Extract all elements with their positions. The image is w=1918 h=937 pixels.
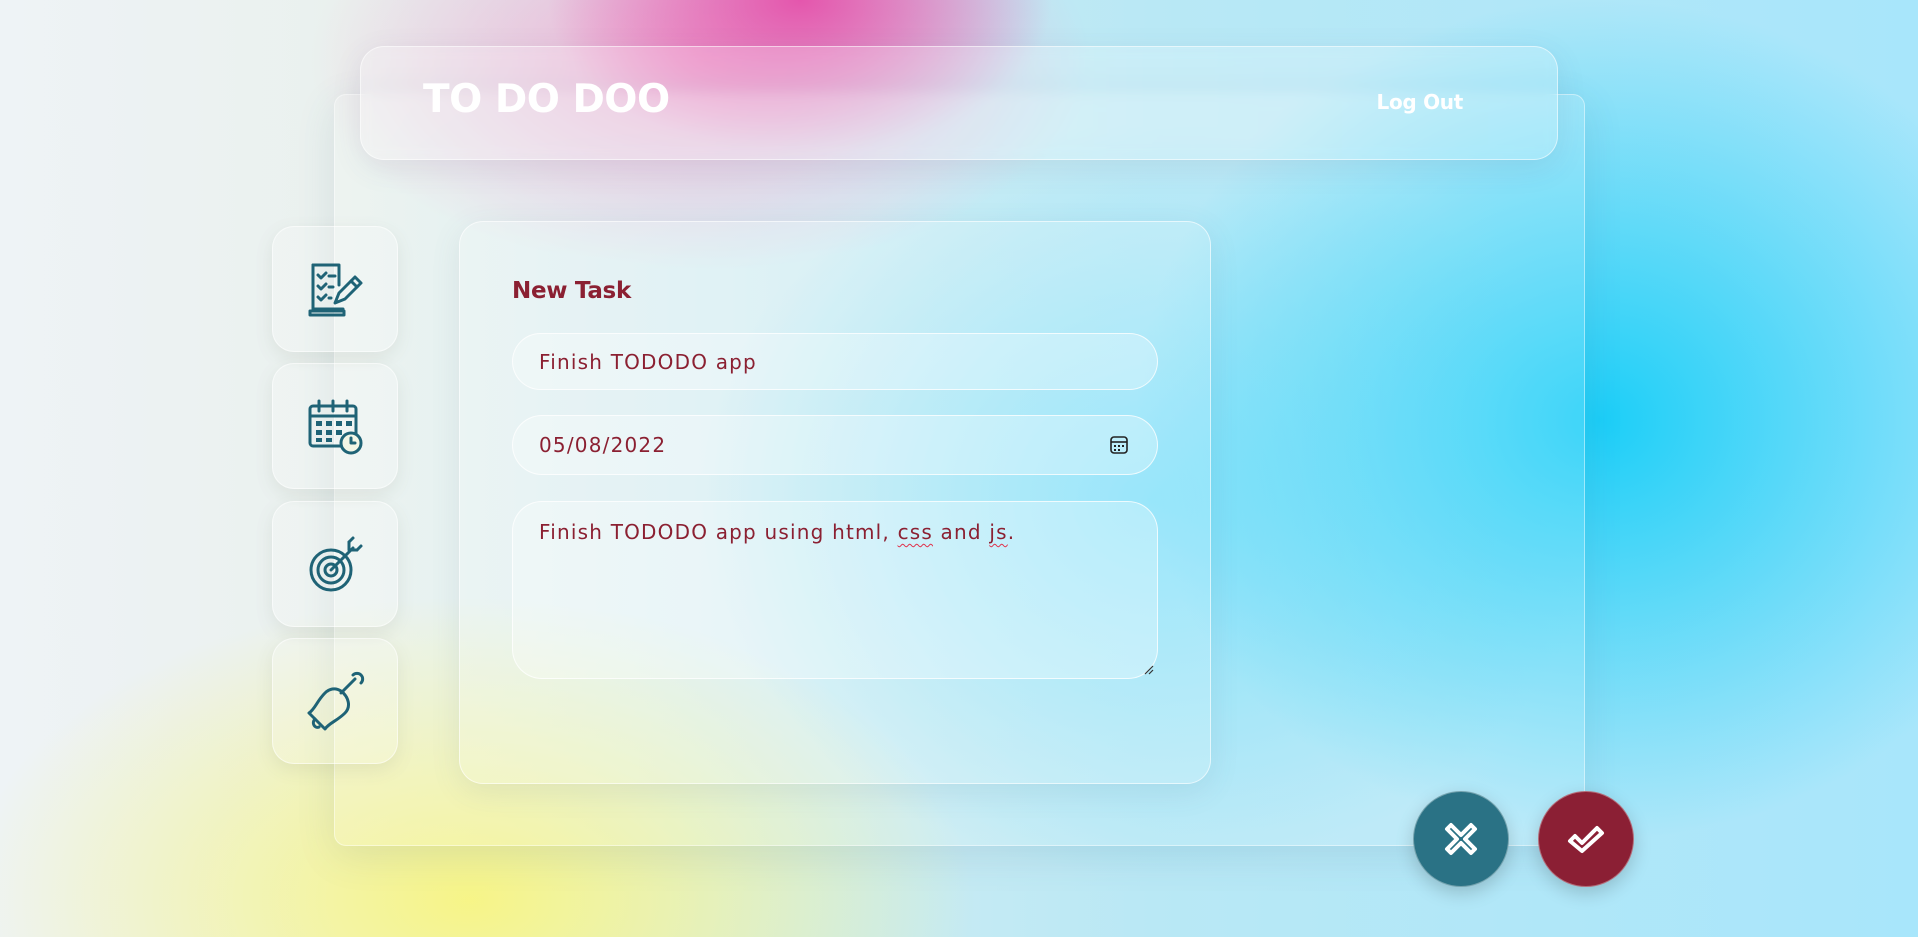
calendar-clock-icon <box>308 399 363 455</box>
cancel-button[interactable] <box>1413 791 1509 887</box>
sidebar-item-goals[interactable] <box>272 501 398 627</box>
task-title-input[interactable]: Finish TODODO app <box>512 333 1158 390</box>
logout-button[interactable]: Log Out <box>1377 90 1464 114</box>
description-text-5: . <box>1007 520 1016 544</box>
task-date-input[interactable]: 05/08/2022 <box>512 415 1158 475</box>
resize-handle-icon[interactable] <box>1144 665 1154 675</box>
sidebar-item-reminders[interactable] <box>272 638 398 764</box>
sidebar-item-tasks[interactable] <box>272 226 398 352</box>
confirm-button[interactable] <box>1538 791 1634 887</box>
checklist-pencil-icon <box>308 263 363 317</box>
checkmark-icon <box>1568 826 1604 853</box>
description-text-4: js <box>989 520 1008 544</box>
new-task-card: New Task Finish TODODO app 05/08/2022 Fi… <box>459 221 1211 784</box>
form-heading: New Task <box>512 278 631 304</box>
task-date-value: 05/08/2022 <box>539 433 667 457</box>
task-description-textarea[interactable]: Finish TODODO app using html, css and js… <box>512 501 1158 679</box>
bell-icon <box>307 671 365 731</box>
close-icon <box>1445 823 1477 855</box>
description-text-2: css <box>897 520 933 544</box>
description-text-3: and <box>933 520 990 544</box>
target-arrow-icon <box>309 536 363 592</box>
app-header: TO DO DOO Log Out <box>360 46 1558 160</box>
calendar-picker-icon[interactable] <box>1109 435 1129 455</box>
sidebar-item-calendar[interactable] <box>272 363 398 489</box>
app-title: TO DO DOO <box>423 77 670 122</box>
task-title-value: Finish TODODO app <box>539 350 757 374</box>
description-text-1: Finish TODODO app using html, <box>539 520 898 544</box>
